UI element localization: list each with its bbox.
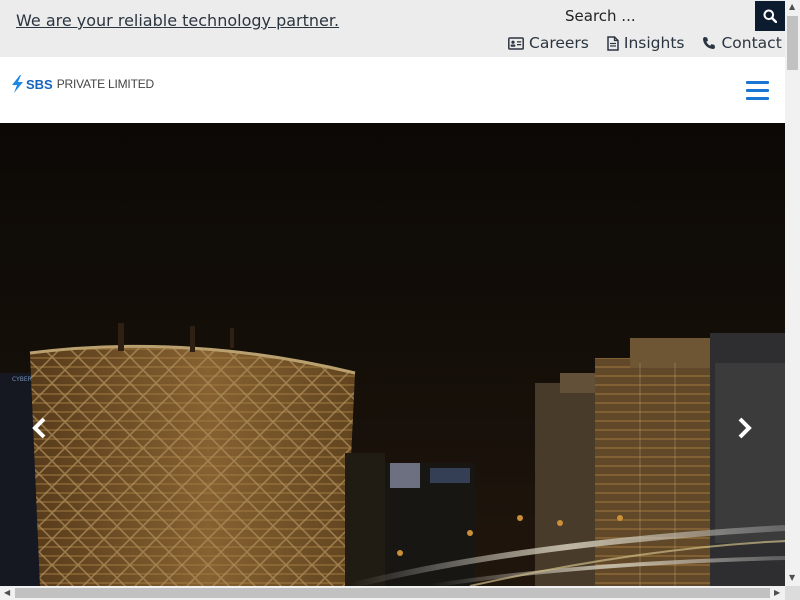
horizontal-scrollbar[interactable]: ◀ ▶ [0,586,785,600]
top-links: Careers Insights Contact [508,34,785,52]
bolt-logo-icon [12,75,23,93]
search-button[interactable] [755,1,785,31]
horizontal-scroll-thumb[interactable] [15,588,770,598]
slider-prev-button[interactable] [28,416,52,440]
insights-link[interactable]: Insights [607,34,685,52]
top-bar: We are your reliable technology partner.… [0,0,785,57]
slider-next-button[interactable] [732,416,756,440]
chevron-left-icon [32,417,46,439]
chevron-right-icon [738,417,752,439]
vertical-scrollbar[interactable]: ▲ ▼ [785,0,800,586]
logo-suffix: PRIVATE LIMITED [56,77,154,91]
site-header: SBS PRIVATE LIMITED [0,57,785,123]
search-icon [763,9,777,23]
phone-icon [703,37,716,49]
file-icon [607,35,619,51]
id-card-icon [508,36,524,50]
contact-link[interactable]: Contact [702,34,782,52]
search-input[interactable] [555,1,755,31]
logo-brand: SBS [26,76,53,92]
careers-link[interactable]: Careers [508,34,589,52]
insights-label: Insights [623,34,685,52]
tagline-link[interactable]: We are your reliable technology partner. [16,11,339,30]
scroll-up-icon[interactable]: ▲ [789,3,795,11]
logo[interactable]: SBS PRIVATE LIMITED [11,75,154,93]
hamburger-icon[interactable] [746,81,769,100]
hero-image: CYBER TO [0,123,785,586]
hero-slider: CYBER TO [0,123,785,586]
scrollbar-corner [785,586,800,600]
vertical-scroll-thumb[interactable] [787,16,798,70]
scroll-down-icon[interactable]: ▼ [789,574,795,582]
careers-label: Careers [529,34,589,52]
contact-label: Contact [721,34,782,52]
scroll-left-icon[interactable]: ◀ [4,589,10,597]
scroll-right-icon[interactable]: ▶ [774,589,780,597]
